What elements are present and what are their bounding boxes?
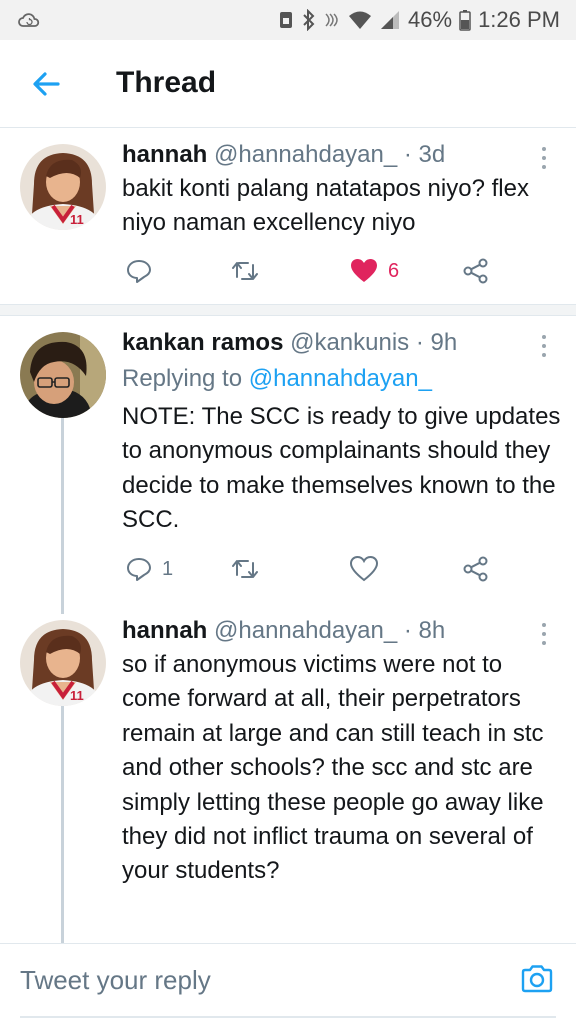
more-options-button[interactable] — [534, 144, 554, 172]
more-options-button[interactable] — [534, 332, 554, 360]
cloud-sync-icon — [18, 10, 40, 35]
avatar[interactable]: 11 — [20, 620, 106, 706]
reply-icon — [127, 558, 151, 581]
reply-icon — [127, 260, 151, 283]
vertical-dots-icon — [542, 335, 546, 357]
share-button[interactable] — [462, 554, 490, 584]
camera-icon — [521, 965, 553, 993]
section-divider — [0, 304, 576, 316]
replying-to: Replying to @hannahdayan_ — [122, 364, 432, 394]
like-button[interactable]: 6 — [350, 256, 399, 286]
author-name[interactable]: hannah — [122, 141, 207, 168]
app-header: Thread — [0, 40, 576, 128]
input-underline — [20, 1016, 556, 1018]
replying-to-label: Replying to — [122, 365, 243, 392]
more-options-button[interactable] — [534, 620, 554, 648]
tweet-time: · 8h — [403, 617, 446, 644]
tweet-text: bakit konti palang natatapos niyo? flex … — [122, 175, 529, 237]
like-button[interactable] — [350, 554, 388, 584]
camera-button[interactable] — [520, 962, 554, 996]
author-handle[interactable]: @hannahdayan_ — [214, 141, 397, 168]
like-count: 6 — [388, 259, 400, 282]
retweet-button[interactable] — [230, 554, 270, 584]
nfc-icon — [323, 9, 341, 31]
clock: 1:26 PM — [478, 7, 560, 32]
reply-composer — [0, 943, 576, 1024]
svg-text:11: 11 — [70, 212, 84, 227]
tweet-3[interactable]: 11 hannah @hannahdayan_ · 8h so if anony… — [0, 604, 576, 943]
battery-percent: 46% — [408, 7, 453, 32]
author-name[interactable]: hannah — [122, 617, 207, 644]
reply-button[interactable]: 1 — [126, 554, 173, 584]
author-handle[interactable]: @hannahdayan_ — [214, 617, 397, 644]
status-bar: 46% 1:26 PM — [0, 0, 576, 40]
avatar[interactable] — [20, 332, 106, 418]
share-icon — [463, 258, 488, 284]
avatar[interactable]: 11 — [20, 144, 106, 230]
tweet-2[interactable]: kankan ramos @kankunis · 9h Replying to … — [0, 316, 576, 604]
silent-icon — [277, 9, 295, 31]
svg-text:11: 11 — [70, 688, 84, 703]
back-button[interactable] — [26, 64, 66, 104]
tweet-actions: 1 — [0, 554, 576, 584]
tweet-text: so if anonymous victims were not to come… — [122, 651, 544, 885]
status-icons: 46% 1:26 PM — [277, 6, 560, 34]
signal-icon — [379, 10, 401, 30]
tweet-header: kankan ramos @kankunis · 9h — [122, 328, 457, 358]
vertical-dots-icon — [542, 147, 546, 169]
tweet-header: hannah @hannahdayan_ · 3d — [122, 140, 445, 170]
reply-count: 1 — [162, 557, 174, 580]
heart-filled-icon — [351, 259, 377, 282]
author-name[interactable]: kankan ramos — [122, 329, 283, 356]
tweet-header: hannah @hannahdayan_ · 8h — [122, 616, 445, 646]
tweet-time: · 3d — [403, 141, 446, 168]
replying-to-handle[interactable]: @hannahdayan_ — [249, 365, 432, 392]
retweet-button[interactable] — [230, 256, 270, 286]
author-handle[interactable]: @kankunis — [290, 329, 409, 356]
reply-button[interactable] — [126, 256, 162, 286]
tweet-time: · 9h — [415, 329, 458, 356]
wifi-icon — [348, 10, 372, 30]
retweet-icon — [232, 262, 258, 280]
bluetooth-icon — [302, 9, 316, 31]
share-button[interactable] — [462, 256, 490, 286]
vertical-dots-icon — [542, 623, 546, 645]
heart-outline-icon — [350, 556, 378, 582]
tweet-text: NOTE: The SCC is ready to give updates t… — [122, 403, 561, 534]
share-icon — [463, 556, 488, 582]
tweet-actions: 6 — [0, 256, 576, 286]
tweet-1[interactable]: 11 hannah @hannahdayan_ · 3d bakit konti… — [0, 128, 576, 304]
arrow-left-icon — [33, 72, 60, 96]
retweet-icon — [232, 560, 258, 578]
reply-input[interactable] — [20, 958, 500, 1002]
page-title: Thread — [116, 66, 217, 99]
battery-icon — [459, 9, 471, 31]
